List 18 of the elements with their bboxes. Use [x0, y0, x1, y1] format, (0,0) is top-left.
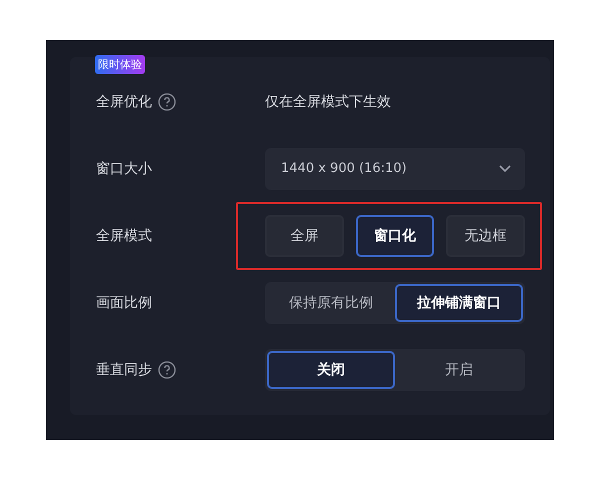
segment[interactable]: 开启: [395, 350, 523, 388]
help-icon[interactable]: [158, 92, 176, 110]
chevron-down-icon: [499, 164, 511, 172]
setting-label: 垂直同步: [96, 360, 152, 378]
setting-label: 窗口大小: [96, 160, 152, 178]
segment[interactable]: 拉伸铺满窗口: [395, 284, 523, 322]
option-button[interactable]: 全屏: [265, 214, 344, 256]
setting-label: 全屏模式: [96, 226, 152, 244]
option-button[interactable]: 无边框: [446, 214, 526, 256]
segment[interactable]: 保持原有比例: [267, 284, 395, 322]
help-icon[interactable]: [158, 360, 176, 378]
setting-label: 画面比例: [96, 294, 152, 312]
setting-label: 全屏优化: [96, 92, 152, 110]
dropdown[interactable]: 1440 x 900 (16:10): [265, 148, 525, 190]
option-button[interactable]: 窗口化: [356, 214, 434, 256]
segment[interactable]: 关闭: [267, 350, 395, 388]
badge: 限时体验: [95, 54, 145, 74]
setting-value: 仅在全屏模式下生效: [265, 92, 391, 110]
